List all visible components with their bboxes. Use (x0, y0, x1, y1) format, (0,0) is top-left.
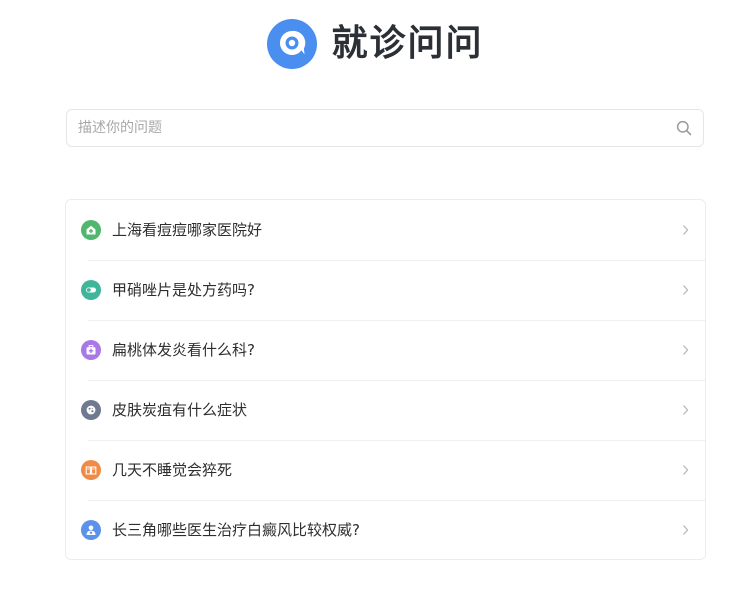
pill-icon (81, 280, 101, 300)
question-item[interactable]: 甲硝唑片是处方药吗? (66, 260, 705, 320)
chevron-right-icon (683, 285, 689, 295)
search-icon[interactable] (676, 120, 692, 136)
question-item[interactable]: 上海看痘痘哪家医院好 (66, 200, 705, 260)
medical-kit-icon (81, 340, 101, 360)
chevron-right-icon (683, 525, 689, 535)
doctor-icon (81, 520, 101, 540)
question-item[interactable]: 扁桃体发炎看什么科? (66, 320, 705, 380)
question-text: 甲硝唑片是处方药吗? (112, 281, 255, 299)
virus-icon (81, 400, 101, 420)
search-box (66, 109, 704, 147)
question-text: 皮肤炭疽有什么症状 (112, 401, 248, 419)
app-title: 就诊问问 (331, 23, 484, 64)
question-text: 长三角哪些医生治疗白癜风比较权威? (112, 521, 360, 539)
chevron-right-icon (683, 345, 689, 355)
header: 就诊问问 (0, 18, 751, 70)
question-text: 扁桃体发炎看什么科? (112, 341, 255, 359)
search-input[interactable] (67, 110, 668, 146)
hospital-icon (81, 220, 101, 240)
page: 就诊问问 上海看痘痘哪家医院好 (0, 0, 751, 602)
question-item[interactable]: 几天不睡觉会猝死 (66, 440, 705, 500)
question-list: 上海看痘痘哪家医院好 甲硝唑片是处方药吗? 扁桃体发炎看什么科? 皮肤炭疽有什么… (65, 199, 706, 560)
question-item[interactable]: 皮肤炭疽有什么症状 (66, 380, 705, 440)
question-text: 上海看痘痘哪家医院好 (112, 221, 263, 239)
chat-bubble-icon (267, 19, 318, 69)
question-item[interactable]: 长三角哪些医生治疗白癜风比较权威? (66, 500, 705, 560)
book-icon (81, 460, 101, 480)
chevron-right-icon (683, 225, 689, 235)
chevron-right-icon (683, 405, 689, 415)
chevron-right-icon (683, 465, 689, 475)
question-text: 几天不睡觉会猝死 (112, 461, 233, 479)
